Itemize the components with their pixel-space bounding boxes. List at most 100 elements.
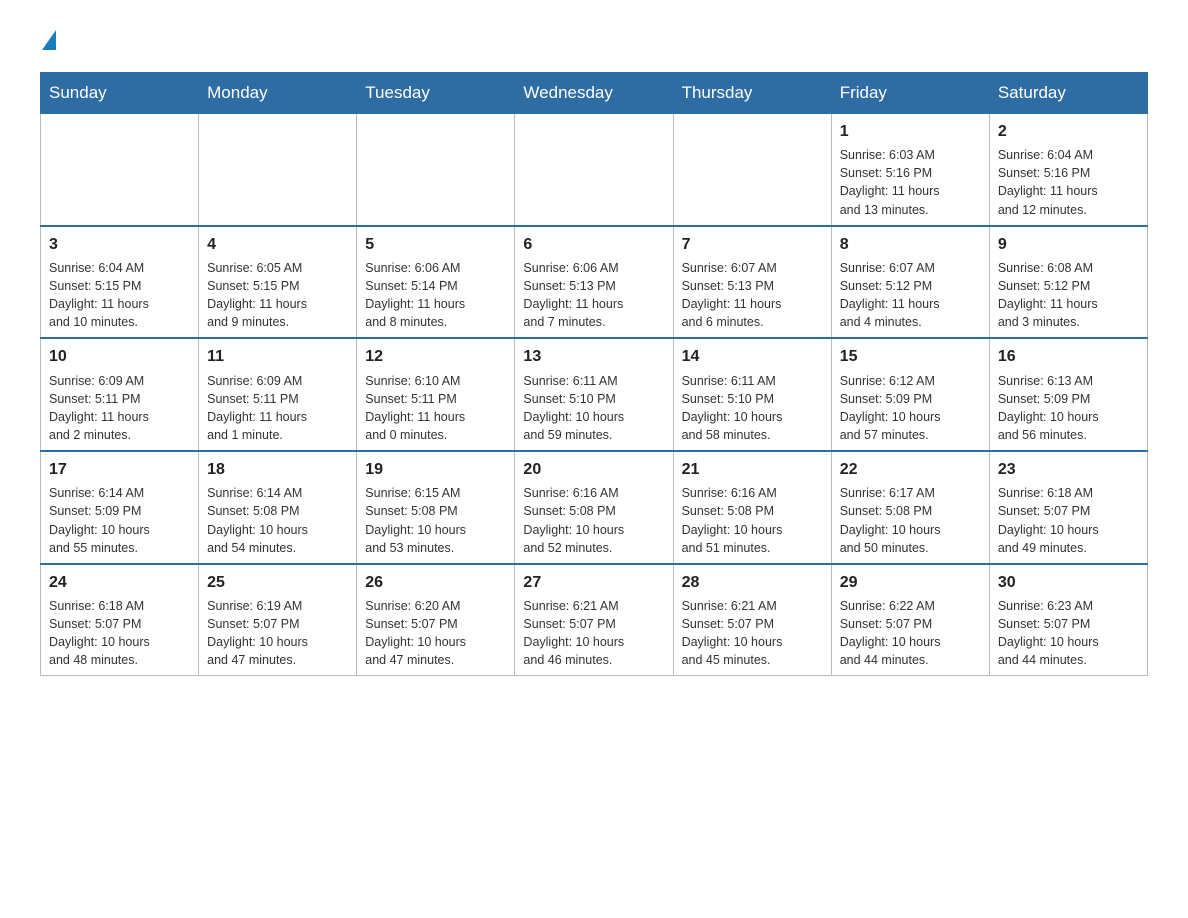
day-info: Sunset: 5:07 PM (998, 615, 1139, 633)
day-info: Daylight: 11 hours (523, 295, 664, 313)
day-info: Sunset: 5:15 PM (207, 277, 348, 295)
calendar-cell (41, 114, 199, 226)
day-info: Daylight: 10 hours (49, 521, 190, 539)
day-info: and 44 minutes. (840, 651, 981, 669)
day-number: 14 (682, 345, 823, 368)
calendar-cell (357, 114, 515, 226)
day-info: Sunset: 5:16 PM (840, 164, 981, 182)
day-number: 25 (207, 571, 348, 594)
day-info: Daylight: 10 hours (523, 521, 664, 539)
day-info: Daylight: 11 hours (998, 182, 1139, 200)
day-info: and 8 minutes. (365, 313, 506, 331)
day-info: Sunrise: 6:14 AM (207, 484, 348, 502)
day-info: Sunrise: 6:21 AM (523, 597, 664, 615)
day-info: Sunrise: 6:13 AM (998, 372, 1139, 390)
day-info: Daylight: 11 hours (840, 182, 981, 200)
day-info: Daylight: 11 hours (998, 295, 1139, 313)
day-info: Daylight: 11 hours (365, 295, 506, 313)
weekday-header-wednesday: Wednesday (515, 73, 673, 114)
day-info: and 53 minutes. (365, 539, 506, 557)
calendar-cell: 5Sunrise: 6:06 AMSunset: 5:14 PMDaylight… (357, 226, 515, 339)
calendar-cell: 25Sunrise: 6:19 AMSunset: 5:07 PMDayligh… (199, 564, 357, 676)
calendar-week-row: 24Sunrise: 6:18 AMSunset: 5:07 PMDayligh… (41, 564, 1148, 676)
day-info: Sunrise: 6:05 AM (207, 259, 348, 277)
day-number: 9 (998, 233, 1139, 256)
day-number: 16 (998, 345, 1139, 368)
day-info: and 4 minutes. (840, 313, 981, 331)
day-info: and 50 minutes. (840, 539, 981, 557)
calendar-cell: 28Sunrise: 6:21 AMSunset: 5:07 PMDayligh… (673, 564, 831, 676)
day-info: and 59 minutes. (523, 426, 664, 444)
day-info: Sunrise: 6:16 AM (682, 484, 823, 502)
day-info: Sunset: 5:09 PM (49, 502, 190, 520)
day-info: Sunset: 5:09 PM (840, 390, 981, 408)
day-info: and 3 minutes. (998, 313, 1139, 331)
day-info: Sunset: 5:08 PM (523, 502, 664, 520)
day-number: 24 (49, 571, 190, 594)
day-info: and 47 minutes. (365, 651, 506, 669)
calendar-cell: 16Sunrise: 6:13 AMSunset: 5:09 PMDayligh… (989, 338, 1147, 451)
day-info: Daylight: 11 hours (682, 295, 823, 313)
day-info: Sunrise: 6:16 AM (523, 484, 664, 502)
day-info: Daylight: 10 hours (840, 521, 981, 539)
calendar-cell: 6Sunrise: 6:06 AMSunset: 5:13 PMDaylight… (515, 226, 673, 339)
day-info: and 10 minutes. (49, 313, 190, 331)
day-number: 20 (523, 458, 664, 481)
weekday-header-row: SundayMondayTuesdayWednesdayThursdayFrid… (41, 73, 1148, 114)
calendar-cell: 21Sunrise: 6:16 AMSunset: 5:08 PMDayligh… (673, 451, 831, 564)
header (40, 30, 1148, 52)
day-info: Sunset: 5:10 PM (682, 390, 823, 408)
day-info: Sunrise: 6:03 AM (840, 146, 981, 164)
calendar-cell: 19Sunrise: 6:15 AMSunset: 5:08 PMDayligh… (357, 451, 515, 564)
calendar-week-row: 10Sunrise: 6:09 AMSunset: 5:11 PMDayligh… (41, 338, 1148, 451)
weekday-header-saturday: Saturday (989, 73, 1147, 114)
day-info: Sunset: 5:09 PM (998, 390, 1139, 408)
calendar-cell: 12Sunrise: 6:10 AMSunset: 5:11 PMDayligh… (357, 338, 515, 451)
day-info: Sunset: 5:07 PM (49, 615, 190, 633)
day-info: Sunset: 5:08 PM (840, 502, 981, 520)
day-info: Daylight: 11 hours (49, 408, 190, 426)
day-info: and 12 minutes. (998, 201, 1139, 219)
calendar-cell (673, 114, 831, 226)
day-number: 4 (207, 233, 348, 256)
day-number: 11 (207, 345, 348, 368)
day-number: 12 (365, 345, 506, 368)
day-info: and 49 minutes. (998, 539, 1139, 557)
day-info: Daylight: 10 hours (207, 633, 348, 651)
day-info: Sunset: 5:07 PM (523, 615, 664, 633)
day-info: Sunrise: 6:11 AM (682, 372, 823, 390)
day-info: and 0 minutes. (365, 426, 506, 444)
day-info: Daylight: 10 hours (365, 521, 506, 539)
calendar-cell: 2Sunrise: 6:04 AMSunset: 5:16 PMDaylight… (989, 114, 1147, 226)
day-info: Sunset: 5:08 PM (682, 502, 823, 520)
day-number: 21 (682, 458, 823, 481)
day-number: 15 (840, 345, 981, 368)
day-info: Sunrise: 6:14 AM (49, 484, 190, 502)
day-info: Sunset: 5:07 PM (682, 615, 823, 633)
day-info: and 47 minutes. (207, 651, 348, 669)
day-info: Daylight: 11 hours (207, 295, 348, 313)
calendar-week-row: 1Sunrise: 6:03 AMSunset: 5:16 PMDaylight… (41, 114, 1148, 226)
day-number: 22 (840, 458, 981, 481)
day-info: Sunrise: 6:15 AM (365, 484, 506, 502)
day-info: Daylight: 10 hours (682, 408, 823, 426)
day-number: 10 (49, 345, 190, 368)
day-info: Daylight: 11 hours (365, 408, 506, 426)
day-info: Sunset: 5:08 PM (365, 502, 506, 520)
weekday-header-monday: Monday (199, 73, 357, 114)
day-info: Daylight: 11 hours (840, 295, 981, 313)
day-number: 8 (840, 233, 981, 256)
day-number: 23 (998, 458, 1139, 481)
logo (40, 30, 56, 52)
calendar-week-row: 3Sunrise: 6:04 AMSunset: 5:15 PMDaylight… (41, 226, 1148, 339)
day-info: and 55 minutes. (49, 539, 190, 557)
day-info: Daylight: 10 hours (998, 521, 1139, 539)
day-number: 3 (49, 233, 190, 256)
calendar-cell (515, 114, 673, 226)
day-number: 18 (207, 458, 348, 481)
calendar-cell: 7Sunrise: 6:07 AMSunset: 5:13 PMDaylight… (673, 226, 831, 339)
day-info: Sunset: 5:14 PM (365, 277, 506, 295)
day-info: Sunrise: 6:06 AM (523, 259, 664, 277)
weekday-header-sunday: Sunday (41, 73, 199, 114)
day-number: 6 (523, 233, 664, 256)
